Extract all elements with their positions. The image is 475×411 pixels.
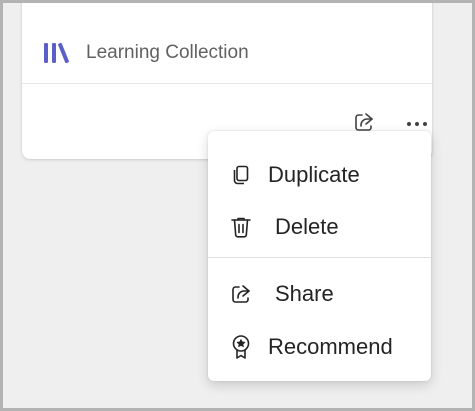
- menu-item-delete[interactable]: Delete: [208, 205, 431, 249]
- menu-label-recommend: Recommend: [268, 334, 393, 359]
- menu-label-duplicate: Duplicate: [268, 162, 360, 187]
- menu-item-share[interactable]: Share: [208, 272, 431, 316]
- menu-divider: [208, 257, 431, 258]
- collection-row[interactable]: Learning Collection: [42, 38, 249, 68]
- menu-label-share: Share: [275, 281, 334, 306]
- menu-item-duplicate[interactable]: Duplicate: [208, 153, 431, 197]
- context-menu: Duplicate Delete Share Recommend: [208, 131, 431, 381]
- share-icon: [228, 281, 254, 307]
- duplicate-icon: [228, 162, 254, 188]
- app-frame: Learning Collection Duplicate Delete Sha…: [0, 0, 475, 411]
- recommend-icon: [228, 334, 254, 360]
- menu-label-delete: Delete: [275, 214, 339, 239]
- delete-icon: [228, 214, 254, 240]
- card-divider: [22, 83, 432, 84]
- library-icon: [42, 41, 70, 65]
- collection-label: Learning Collection: [86, 42, 249, 63]
- menu-item-recommend[interactable]: Recommend: [208, 325, 431, 369]
